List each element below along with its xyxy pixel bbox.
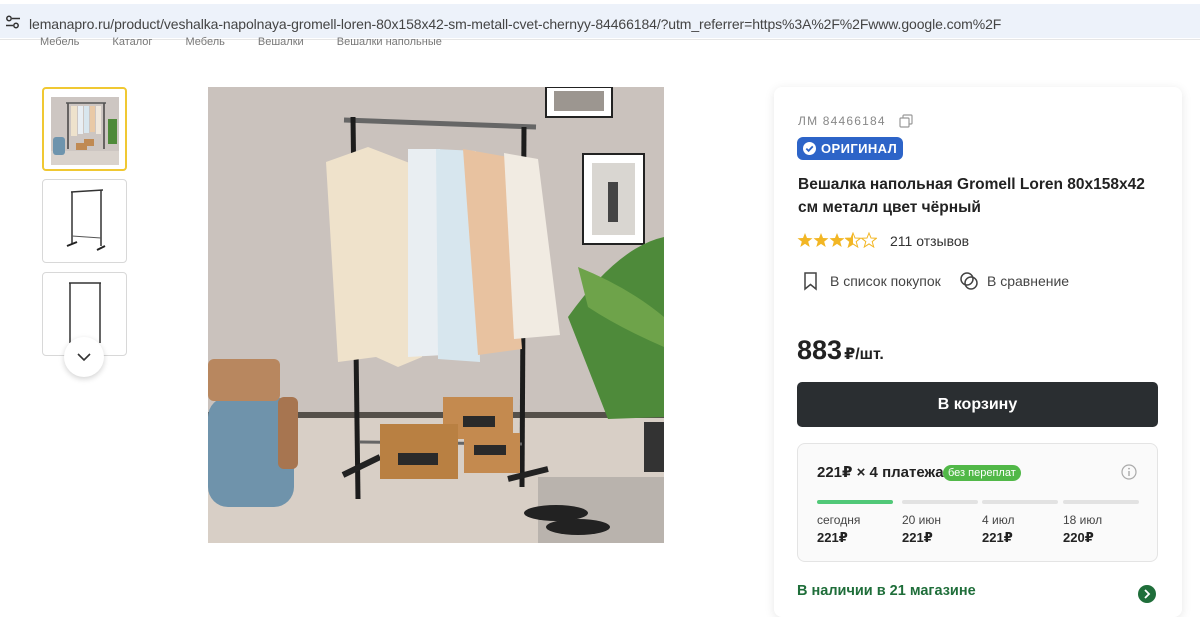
badge-label: ОРИГИНАЛ (821, 141, 898, 156)
price-value: 883 (797, 335, 843, 365)
bookmark-icon (804, 272, 817, 291)
breadcrumb-item[interactable]: Мебель (185, 36, 224, 46)
availability-link[interactable]: В наличии в 21 магазине (797, 583, 976, 599)
info-icon[interactable] (1121, 464, 1137, 480)
step-progress-bar (982, 500, 1058, 504)
url-text[interactable]: lemanapro.ru/product/veshalka-napolnaya-… (29, 16, 1001, 32)
thumbnail-1[interactable] (42, 87, 127, 171)
step-amount: 221₽ (902, 530, 933, 545)
star-full-icon (829, 233, 845, 247)
sku-label: ЛМ 84466184 (798, 114, 886, 128)
price-unit: ₽/шт. (844, 346, 884, 363)
compare-label: В сравнение (987, 273, 1070, 289)
site-settings-icon[interactable] (5, 15, 21, 29)
rating-stars[interactable] (797, 231, 878, 249)
address-bar[interactable]: lemanapro.ru/product/veshalka-napolnaya-… (0, 4, 1200, 38)
installment-plan[interactable]: 221₽ × 4 платежа без переплат сегодня 22… (797, 443, 1158, 562)
breadcrumb-item[interactable]: Мебель (40, 36, 79, 46)
installment-step: 18 июл 220₽ (1063, 500, 1139, 546)
browser-toolbar: lemanapro.ru/product/veshalka-napolnaya-… (0, 0, 1200, 40)
price: 883 ₽/шт. (797, 335, 884, 366)
no-overpay-tag: без переплат (943, 465, 1021, 481)
star-half-icon (844, 231, 862, 249)
breadcrumb-item[interactable]: Вешалки напольные (337, 36, 442, 46)
chevron-down-icon (77, 353, 91, 362)
installment-step: 4 июл 221₽ (982, 500, 1058, 546)
chevron-right-icon (1144, 589, 1151, 599)
copy-icon[interactable] (899, 114, 913, 128)
star-full-icon (813, 233, 829, 247)
gallery-scroll-down-button[interactable] (64, 337, 104, 377)
add-to-cart-button[interactable]: В корзину (797, 382, 1158, 427)
step-amount: 221₽ (817, 530, 848, 545)
compare-icon (960, 272, 978, 290)
star-full-icon (797, 233, 813, 247)
reviews-link[interactable]: 211 отзывов (890, 233, 969, 249)
breadcrumb-item[interactable]: Вешалки (258, 36, 304, 46)
verified-check-icon (803, 142, 816, 155)
step-date: 18 июл (1063, 513, 1103, 527)
step-date: сегодня (817, 513, 861, 527)
shopping-list-label: В список покупок (830, 273, 941, 289)
step-amount: 221₽ (982, 530, 1013, 545)
installment-step: 20 июн 221₽ (902, 500, 978, 546)
installment-step: сегодня 221₽ (817, 500, 893, 546)
original-badge: ОРИГИНАЛ (797, 137, 903, 160)
breadcrumb: Мебель Каталог Мебель Вешалки Вешалки на… (40, 36, 472, 46)
thumbnail-2[interactable] (42, 179, 127, 263)
step-date: 20 июн (902, 513, 942, 527)
step-progress-bar (902, 500, 978, 504)
step-progress-bar (817, 500, 893, 504)
installment-heading: 221₽ × 4 платежа (817, 464, 944, 481)
step-amount: 220₽ (1063, 530, 1094, 545)
step-progress-bar (1063, 500, 1139, 504)
star-empty-icon (860, 231, 878, 249)
product-main-image[interactable] (208, 87, 664, 543)
product-title: Вешалка напольная Gromell Loren 80x158x4… (798, 176, 1145, 216)
breadcrumb-item[interactable]: Каталог (112, 36, 152, 46)
step-date: 4 июл (982, 513, 1015, 527)
availability-arrow-button[interactable] (1138, 585, 1156, 603)
buy-panel: ЛМ 84466184 ОРИГИНАЛ Вешалка напольная G… (774, 87, 1182, 617)
